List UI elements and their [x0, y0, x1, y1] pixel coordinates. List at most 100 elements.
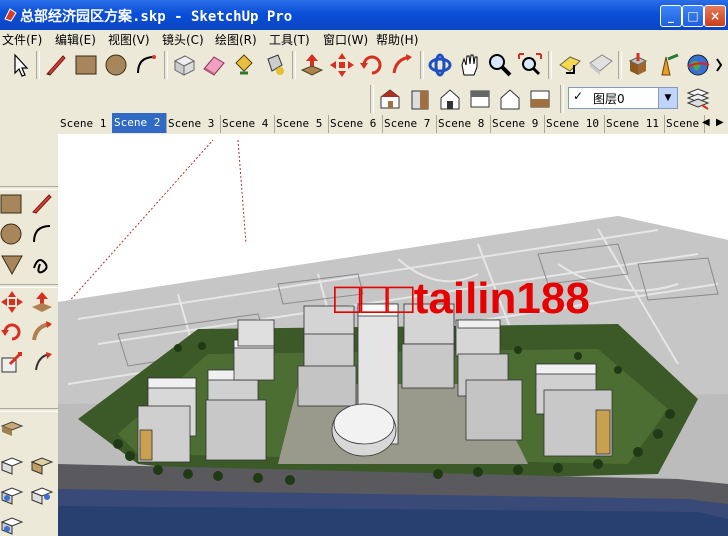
- close-button[interactable]: ×: [704, 5, 726, 27]
- menu-file[interactable]: 文件(F): [2, 31, 42, 48]
- back-view-icon[interactable]: [496, 85, 524, 113]
- toolbar-separator: [0, 284, 58, 288]
- section-icon[interactable]: [556, 51, 584, 79]
- arc-icon[interactable]: [132, 51, 160, 79]
- scale-icon[interactable]: [0, 350, 24, 374]
- share-model-icon[interactable]: [654, 51, 682, 79]
- toolbar-separator: [0, 408, 58, 412]
- move-icon[interactable]: [328, 51, 356, 79]
- layer-visible-check: ✓: [573, 89, 584, 103]
- tab-scene-2[interactable]: Scene 2: [112, 113, 167, 133]
- menu-camera[interactable]: 镜头(C): [162, 31, 204, 48]
- top-view-icon[interactable]: [436, 85, 464, 113]
- chevron-down-icon[interactable]: ▼: [658, 88, 677, 108]
- 3d-text-icon[interactable]: [30, 482, 54, 506]
- rectangle-icon[interactable]: [0, 192, 24, 216]
- arc-icon[interactable]: [30, 222, 54, 246]
- tab-scene-6[interactable]: Scene 6: [328, 115, 383, 133]
- tab-scene-1[interactable]: Scene 1: [58, 115, 113, 133]
- menu-window[interactable]: 窗口(W): [323, 31, 368, 48]
- toolbar-overflow-icon[interactable]: [714, 51, 728, 79]
- maximize-button[interactable]: □: [682, 5, 704, 27]
- menu-view[interactable]: 视图(V): [108, 31, 150, 48]
- axes-icon[interactable]: [0, 482, 24, 506]
- model-scene: [58, 139, 728, 536]
- model-viewport[interactable]: □□□tailin188: [58, 134, 728, 536]
- sketchup-app-icon: [4, 8, 17, 22]
- toolbar-separator: [420, 51, 424, 79]
- toolbar-separator: [292, 51, 296, 79]
- paint-icon[interactable]: [260, 51, 288, 79]
- menu-draw[interactable]: 绘图(R): [215, 31, 257, 48]
- get-models-icon[interactable]: [624, 51, 652, 79]
- pencil-icon[interactable]: [30, 192, 54, 216]
- menu-tools[interactable]: 工具(T): [269, 31, 310, 48]
- minimize-button[interactable]: _: [660, 5, 682, 27]
- toolbar-separator: [0, 186, 58, 190]
- freehand-icon[interactable]: [30, 252, 54, 276]
- zoom-icon[interactable]: [486, 51, 514, 79]
- tab-scene-5[interactable]: Scene 5: [274, 115, 329, 133]
- circle-icon[interactable]: [102, 51, 130, 79]
- toolbar-separator: [370, 85, 374, 113]
- rectangle-icon[interactable]: [72, 51, 100, 79]
- iso-view-icon[interactable]: [376, 85, 404, 113]
- main-toolbar: [0, 48, 728, 83]
- follow-me-icon[interactable]: [388, 51, 416, 79]
- select-icon[interactable]: [6, 51, 34, 79]
- menu-edit[interactable]: 编辑(E): [55, 31, 96, 48]
- offset-icon[interactable]: [30, 350, 54, 374]
- layers-icon[interactable]: [684, 85, 712, 113]
- tab-scene-partial[interactable]: Scene: [664, 115, 705, 133]
- tab-scene-3[interactable]: Scene 3: [166, 115, 221, 133]
- push-pull-icon[interactable]: [30, 290, 54, 314]
- section-fill-icon[interactable]: [586, 51, 614, 79]
- eraser-cube-icon[interactable]: [170, 51, 198, 79]
- eraser-icon[interactable]: [200, 51, 228, 79]
- left-toolbar: [0, 114, 58, 536]
- toolbar-separator: [560, 85, 564, 113]
- title-bar: 总部经济园区方案.skp - SketchUp Pro _ □ ×: [0, 0, 728, 30]
- close-glyph: ×: [709, 9, 721, 23]
- paint-bucket-icon[interactable]: [230, 51, 258, 79]
- zoom-extents-icon[interactable]: [516, 51, 544, 79]
- scene-tabs: Scene 1 Scene 2 Scene 3 Scene 4 Scene 5 …: [58, 113, 728, 134]
- circle-icon[interactable]: [0, 222, 24, 246]
- toolbar-separator: [36, 51, 40, 79]
- front-view-icon[interactable]: [406, 85, 434, 113]
- scroll-right-icon[interactable]: ▶: [716, 115, 724, 131]
- toolbar-separator: [164, 51, 168, 79]
- scroll-left-icon[interactable]: ◀: [702, 115, 710, 131]
- section-plane-icon[interactable]: [0, 512, 24, 536]
- pencil-icon[interactable]: [42, 51, 70, 79]
- tab-scene-8[interactable]: Scene 8: [436, 115, 491, 133]
- push-pull-icon[interactable]: [298, 51, 326, 79]
- polygon-icon[interactable]: [0, 252, 24, 276]
- maximize-glyph: □: [687, 9, 699, 23]
- toolbar-separator: [618, 51, 622, 79]
- pan-icon[interactable]: [456, 51, 484, 79]
- right-view-icon[interactable]: [466, 85, 494, 113]
- toolbar-separator: [548, 51, 552, 79]
- rotate-icon[interactable]: [0, 320, 24, 344]
- tape-measure-icon[interactable]: [0, 416, 24, 440]
- menu-bar: 文件(F) 编辑(E) 视图(V) 镜头(C) 绘图(R) 工具(T) 窗口(W…: [0, 30, 728, 48]
- dimension-icon[interactable]: [0, 452, 24, 476]
- text-icon[interactable]: [30, 452, 54, 476]
- google-earth-icon[interactable]: [684, 51, 712, 79]
- tab-scene-7[interactable]: Scene 7: [382, 115, 437, 133]
- tab-scene-10[interactable]: Scene 10: [544, 115, 605, 133]
- tab-scene-11[interactable]: Scene 11: [604, 115, 665, 133]
- window-title: 总部经济园区方案.skp - SketchUp Pro: [20, 9, 293, 25]
- tab-scene-9[interactable]: Scene 9: [490, 115, 545, 133]
- rotate-icon[interactable]: [358, 51, 386, 79]
- move-icon[interactable]: [0, 290, 24, 314]
- tab-scene-4[interactable]: Scene 4: [220, 115, 275, 133]
- layer-name: 图层0: [593, 92, 625, 106]
- menu-help[interactable]: 帮助(H): [376, 31, 418, 48]
- follow-me-icon[interactable]: [30, 320, 54, 344]
- layer-dropdown[interactable]: ✓ 图层0 ▼: [568, 87, 678, 109]
- watermark-text: □□□tailin188: [334, 274, 590, 323]
- orbit-icon[interactable]: [426, 51, 454, 79]
- left-view-icon[interactable]: [526, 85, 554, 113]
